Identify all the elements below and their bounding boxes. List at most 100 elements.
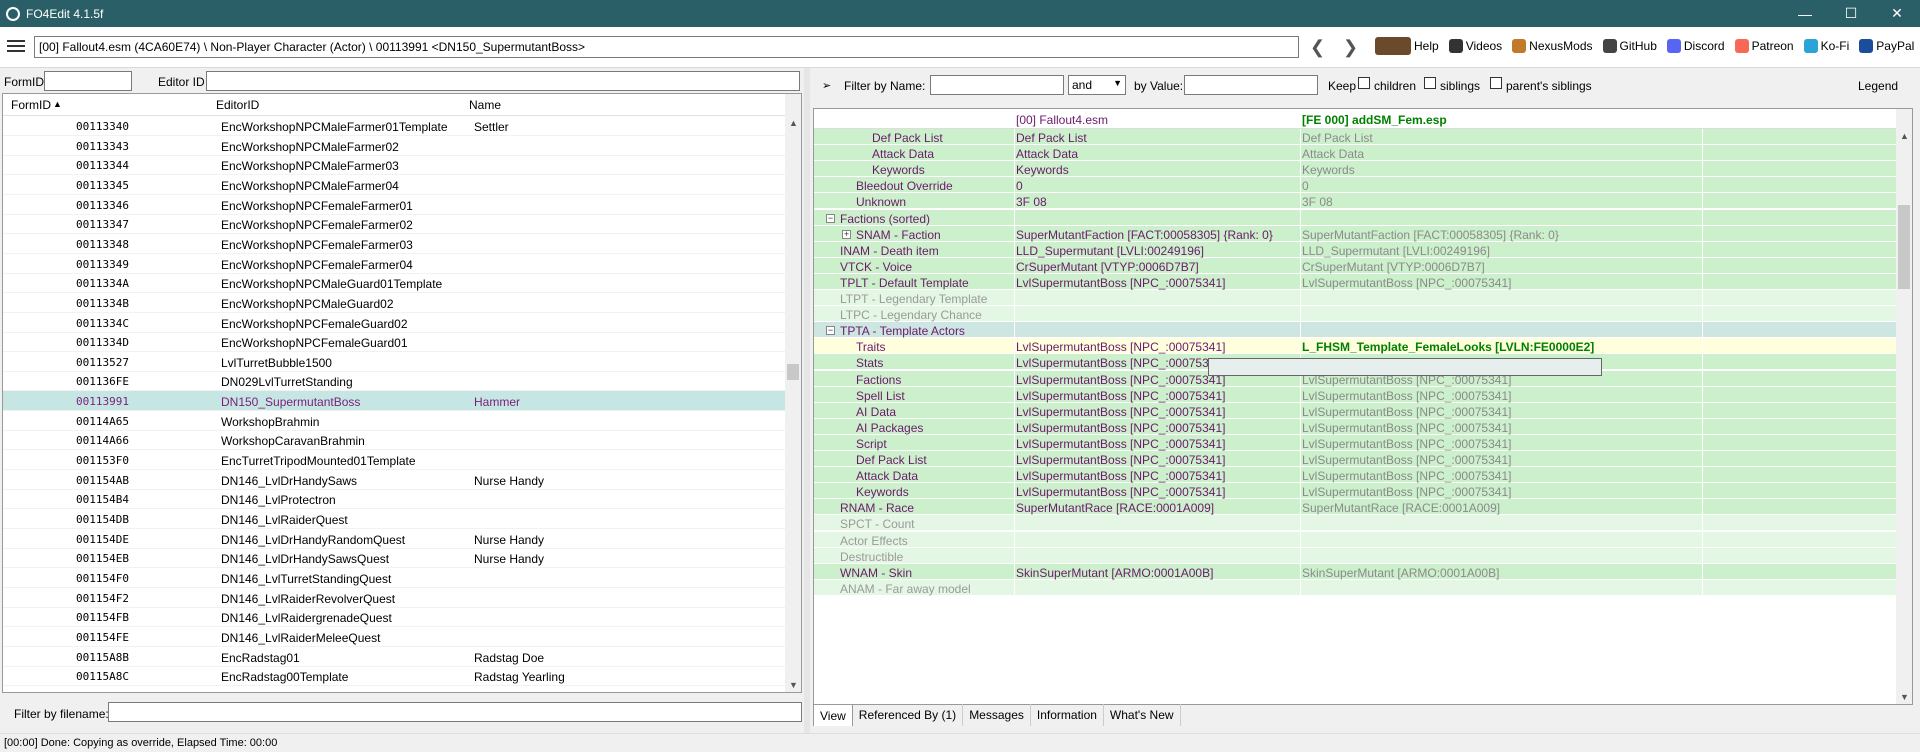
- override-value[interactable]: LvlSupermutantBoss [NPC_:00075341]: [1302, 276, 1511, 290]
- records-scrollbar[interactable]: ▲ ▼: [785, 94, 801, 692]
- link-kofi[interactable]: Ko-Fi: [1803, 39, 1849, 53]
- tab-information[interactable]: Information: [1031, 704, 1104, 726]
- record-field-row[interactable]: TPLT - Default Template LvlSupermutantBos…: [814, 273, 1901, 290]
- table-row[interactable]: 0011334C EncWorkshopNPCFemaleGuard02: [3, 313, 787, 333]
- record-view-scrollbar[interactable]: ▲ ▼: [1896, 109, 1912, 704]
- col-editorid[interactable]: EditorID: [216, 98, 259, 112]
- record-field-row[interactable]: + SNAM - Faction SuperMutantFaction [FACT:…: [814, 225, 1901, 242]
- maximize-button[interactable]: ☐: [1828, 0, 1874, 27]
- override-value[interactable]: Keywords: [1302, 163, 1355, 177]
- override-value[interactable]: LvlSupermutantBoss [NPC_:00075341]: [1302, 469, 1511, 483]
- override-value[interactable]: LLD_Supermutant [LVLI:00249196]: [1302, 244, 1490, 258]
- record-field-row[interactable]: Keywords Keywords Keywords: [814, 161, 1901, 178]
- table-row[interactable]: 001154EB DN146_LvlDrHandySawsQuest Nurse H…: [3, 548, 787, 569]
- records-grid[interactable]: FormID ▲ EditorID Name 00113340 EncWorksh…: [2, 93, 802, 693]
- col-formid[interactable]: FormID: [11, 98, 51, 112]
- override-value[interactable]: LvlSupermutantBoss [NPC_:00075341]: [1302, 421, 1511, 435]
- back-arrow-icon[interactable]: ❮: [1310, 37, 1325, 58]
- table-row[interactable]: 00113349 EncWorkshopNPCFemaleFarmer04: [3, 254, 787, 274]
- link-help[interactable]: Help: [1375, 37, 1439, 55]
- table-row[interactable]: 00113344 EncWorkshopNPCMaleFarmer03: [3, 155, 787, 176]
- tab-view[interactable]: View: [813, 704, 853, 726]
- link-github[interactable]: GitHub: [1602, 39, 1657, 53]
- filename-filter-input[interactable]: [108, 702, 802, 722]
- table-row[interactable]: 00113340 EncWorkshopNPCMaleFarmer01Templa…: [3, 116, 787, 136]
- scroll-down-icon[interactable]: ▼: [789, 680, 798, 690]
- records-scroll-thumb[interactable]: [787, 364, 799, 380]
- record-field-row[interactable]: Spell List LvlSupermutantBoss [NPC_:00075…: [814, 386, 1901, 403]
- table-row[interactable]: 001154DE DN146_LvlDrHandyRandomQuest Nurse…: [3, 529, 787, 549]
- table-row[interactable]: 00113348 EncWorkshopNPCFemaleFarmer03: [3, 234, 787, 254]
- scroll-down-icon[interactable]: ▼: [1900, 692, 1909, 702]
- record-field-row[interactable]: ANAM - Far away model: [814, 579, 1901, 596]
- override-value[interactable]: 0: [1302, 179, 1309, 193]
- table-row[interactable]: 001154FB DN146_LvlRaidergrenadeQuest: [3, 607, 787, 628]
- record-field-row[interactable]: SPCT - Count: [814, 515, 1901, 532]
- tab-messages[interactable]: Messages: [963, 704, 1031, 726]
- record-field-row[interactable]: AI Data LvlSupermutantBoss [NPC_:00075341…: [814, 402, 1901, 419]
- record-field-row[interactable]: Def Pack List Def Pack List Def Pack List: [814, 129, 1901, 145]
- override-value[interactable]: Def Pack List: [1302, 131, 1373, 145]
- table-row[interactable]: 00113347 EncWorkshopNPCFemaleFarmer02: [3, 214, 787, 235]
- override-value[interactable]: SuperMutantFaction [FACT:00058305] {Rank…: [1302, 228, 1559, 242]
- and-or-select[interactable]: and ▼: [1068, 75, 1126, 95]
- table-row[interactable]: 00115A8C EncRadstag00Template Radstag Year…: [3, 666, 787, 687]
- table-row[interactable]: 00115A8B EncRadstag01 Radstag Doe: [3, 647, 787, 667]
- link-nexusmods[interactable]: NexusMods: [1512, 39, 1593, 53]
- legend-button[interactable]: Legend: [1858, 79, 1898, 93]
- record-field-row[interactable]: Actor Effects: [814, 531, 1901, 548]
- override-value[interactable]: LvlSupermutantBoss [NPC_:00075341]: [1302, 485, 1511, 499]
- menu-icon[interactable]: [7, 40, 25, 54]
- override-value[interactable]: LvlSupermutantBoss [NPC_:00075341]: [1302, 389, 1511, 403]
- table-row[interactable]: 0011334A EncWorkshopNPCMaleGuard01Templat…: [3, 273, 787, 294]
- record-view-scroll-thumb[interactable]: [1898, 205, 1910, 289]
- filter-pin-icon[interactable]: ➢: [822, 79, 831, 92]
- table-row[interactable]: 0011334D EncWorkshopNPCFemaleGuard01: [3, 332, 787, 353]
- record-field-row[interactable]: Def Pack List LvlSupermutantBoss [NPC_:00…: [814, 451, 1901, 467]
- filter-value-input[interactable]: [1184, 75, 1318, 95]
- forward-arrow-icon[interactable]: ❯: [1343, 37, 1358, 58]
- record-field-row[interactable]: LTPT - Legendary Template: [814, 290, 1901, 306]
- link-patreon[interactable]: Patreon: [1734, 39, 1794, 53]
- filter-name-input[interactable]: [930, 75, 1064, 95]
- record-path-field[interactable]: [00] Fallout4.esm (4CA60E74) \ Non-Playe…: [34, 36, 1299, 58]
- table-row[interactable]: 001154DB DN146_LvlRaiderQuest: [3, 509, 787, 529]
- tab-what-s-new[interactable]: What's New: [1104, 704, 1181, 726]
- record-field-row[interactable]: Traits LvlSupermutantBoss [NPC_:00075341]…: [814, 338, 1901, 355]
- table-row[interactable]: 00113343 EncWorkshopNPCMaleFarmer02: [3, 136, 787, 156]
- record-view-grid[interactable]: [00] Fallout4.esm [FE 000] addSM_Fem.esp…: [813, 108, 1913, 705]
- table-row[interactable]: 00113991 DN150_SupermutantBoss Hammer: [3, 391, 787, 412]
- scroll-up-icon[interactable]: ▲: [1900, 131, 1909, 141]
- table-row[interactable]: 001154AB DN146_LvlDrHandySaws Nurse Handy: [3, 470, 787, 490]
- record-field-row[interactable]: Attack Data LvlSupermutantBoss [NPC_:0007…: [814, 467, 1901, 484]
- table-row[interactable]: 00114A66 WorkshopCaravanBrahmin: [3, 430, 787, 451]
- scroll-up-icon[interactable]: ▲: [789, 118, 798, 128]
- override-value[interactable]: 3F 08: [1302, 195, 1333, 209]
- record-field-row[interactable]: − Factions (sorted): [814, 209, 1901, 226]
- focused-cell[interactable]: [1208, 358, 1602, 376]
- formid-input[interactable]: [44, 71, 132, 91]
- record-field-row[interactable]: − TPTA - Template Actors: [814, 322, 1901, 339]
- close-button[interactable]: ✕: [1874, 0, 1920, 27]
- editorid-input[interactable]: [206, 71, 800, 91]
- record-field-row[interactable]: Script LvlSupermutantBoss [NPC_:00075341]…: [814, 434, 1901, 451]
- siblings-checkbox[interactable]: [1424, 77, 1436, 89]
- link-discord[interactable]: Discord: [1666, 39, 1725, 53]
- tab-referenced-by[interactable]: Referenced By (1): [853, 704, 964, 726]
- record-field-row[interactable]: AI Packages LvlSupermutantBoss [NPC_:0007…: [814, 418, 1901, 435]
- table-row[interactable]: 00114A65 WorkshopBrahmin: [3, 411, 787, 431]
- override-value[interactable]: LvlSupermutantBoss [NPC_:00075341]: [1302, 453, 1511, 467]
- record-field-row[interactable]: Destructible: [814, 547, 1901, 564]
- override-value[interactable]: L_FHSM_Template_FemaleLooks [LVLN:FE0000…: [1302, 340, 1594, 354]
- table-row[interactable]: 001154FE DN146_LvlRaiderMeleeQuest: [3, 627, 787, 647]
- table-row[interactable]: 001136FE DN029LvlTurretStanding: [3, 371, 787, 392]
- override-value[interactable]: SuperMutantRace [RACE:0001A009]: [1302, 501, 1500, 515]
- record-field-row[interactable]: WNAM - Skin SkinSuperMutant [ARMO:0001A00…: [814, 563, 1901, 580]
- override-value[interactable]: SkinSuperMutant [ARMO:0001A00B]: [1302, 566, 1499, 580]
- override-value[interactable]: LvlSupermutantBoss [NPC_:00075341]: [1302, 405, 1511, 419]
- record-field-row[interactable]: VTCK - Voice CrSuperMutant [VTYP:0006D7B7…: [814, 257, 1901, 274]
- table-row[interactable]: 001154B4 DN146_LvlProtectron: [3, 489, 787, 510]
- link-videos[interactable]: Videos: [1448, 39, 1502, 53]
- minimize-button[interactable]: —: [1782, 0, 1828, 27]
- record-field-row[interactable]: Attack Data Attack Data Attack Data: [814, 145, 1901, 162]
